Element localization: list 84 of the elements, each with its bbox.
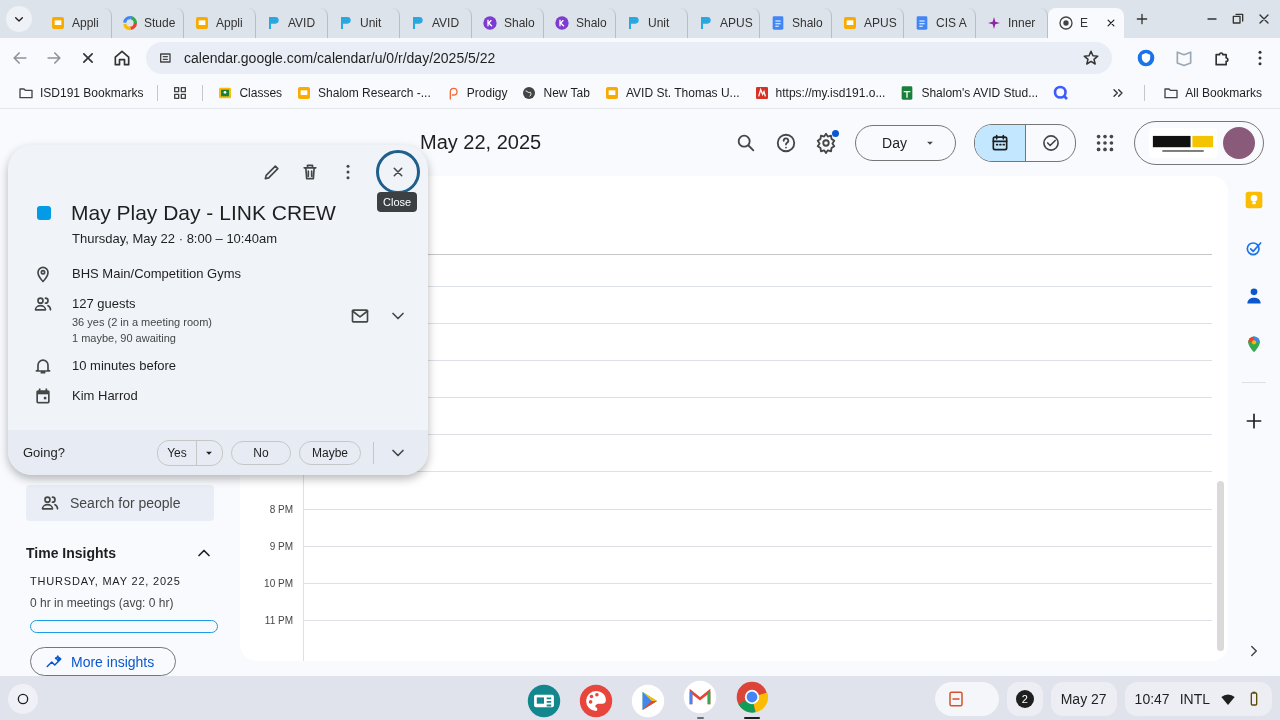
edit-pencil-icon[interactable]	[262, 162, 282, 182]
event-detail: BHS Main/Competition Gyms	[72, 265, 243, 283]
bookmark[interactable]: ISD191 Bookmarks	[18, 85, 144, 101]
tab-search-button[interactable]	[6, 6, 32, 32]
flag-icon	[410, 15, 426, 31]
status-area[interactable]: 10:47 INTL	[1124, 681, 1272, 716]
flag-icon	[338, 15, 354, 31]
globe-icon	[1058, 15, 1074, 31]
news-app-icon[interactable]	[526, 682, 562, 719]
pdf-file-icon	[946, 689, 965, 708]
site-info-icon[interactable]	[158, 50, 174, 66]
time-insights-heading: Time Insights	[26, 545, 116, 561]
guest-summary: 1 maybe, 90 awaiting	[72, 331, 177, 346]
notification-button[interactable]: 2	[1006, 681, 1043, 716]
rsvp-prompt: Going?	[23, 445, 65, 460]
document-icon	[914, 15, 930, 31]
classroom-icon	[217, 85, 234, 101]
bookmark[interactable]: AVID St. Thomas U...	[603, 85, 740, 101]
slides-file-icon	[842, 15, 858, 31]
slides-file-icon	[50, 15, 66, 31]
shield-icon[interactable]	[1136, 48, 1156, 68]
email-icon[interactable]	[350, 306, 370, 326]
launcher-button[interactable]	[8, 683, 38, 714]
bookmark[interactable]: Shalom Research -...	[296, 85, 431, 101]
search-people-field[interactable]: Search for people	[26, 485, 214, 521]
all-bookmarks-button[interactable]: All Bookmarks	[1163, 85, 1262, 101]
scrollbar-thumb[interactable]	[1216, 481, 1224, 651]
event-title: May Play Day - LINK CREW	[71, 201, 336, 225]
hour-label: 10 PM	[264, 578, 293, 590]
circle-icon	[554, 15, 570, 31]
bookmark[interactable]: New Tab	[521, 85, 590, 101]
settings-icon[interactable]	[815, 131, 838, 154]
square-icon	[753, 85, 770, 101]
circle-icon	[482, 15, 498, 31]
globe-icon	[521, 85, 538, 101]
address-bar[interactable]: calendar.google.com/calendar/u/0/r/day/2025/5/22	[146, 42, 1112, 74]
tote-button[interactable]	[934, 681, 999, 716]
check-circle-icon	[1040, 132, 1061, 153]
bell-icon	[33, 356, 53, 376]
browser-tab[interactable]: E	[1048, 8, 1124, 38]
tooltip: Close	[377, 192, 418, 212]
home-icon[interactable]	[112, 48, 132, 68]
calendar-icon	[33, 386, 53, 406]
avatar	[1223, 126, 1255, 159]
star-icon[interactable]	[1082, 49, 1100, 67]
hour-label: 9 PM	[269, 541, 293, 553]
document-icon	[770, 15, 786, 31]
person-icon[interactable]	[1244, 286, 1264, 306]
bookmark[interactable]: https://my.isd191.o...	[753, 85, 886, 101]
date-button[interactable]: May 27	[1050, 681, 1117, 716]
event-time: Thursday, May 22 · 8:00 – 10:40am	[71, 231, 278, 246]
flag-icon	[626, 15, 642, 31]
restore-icon[interactable]	[1230, 11, 1246, 27]
people-icon	[40, 493, 60, 513]
plus-icon[interactable]	[1244, 411, 1264, 431]
calendar-view-button[interactable]	[975, 124, 1025, 161]
bookmark[interactable]: Classes	[217, 85, 283, 101]
flag-icon	[266, 15, 282, 31]
flag-icon	[698, 15, 714, 31]
play-store-icon[interactable]	[630, 682, 666, 719]
apps-grid-icon[interactable]	[172, 85, 189, 101]
palette-app-icon[interactable]	[578, 682, 614, 719]
guest-summary: 36 yes (2 in a meeting room)	[72, 315, 213, 330]
colorful-ring-icon	[122, 15, 138, 31]
event-detail: 127 guests	[72, 295, 137, 313]
hour-label: 11 PM	[264, 615, 293, 627]
bookmark[interactable]: Prodigy	[444, 85, 508, 101]
plus-icon	[1134, 11, 1150, 27]
hour-label: 8 PM	[269, 504, 293, 516]
event-detail: Kim Harrod	[72, 387, 139, 405]
slides-file-icon	[194, 15, 210, 31]
slides-file-icon	[296, 85, 313, 101]
help-icon[interactable]	[775, 131, 798, 154]
event-detail: 10 minutes before	[72, 357, 178, 375]
bookmark[interactable]: Shalom's AVID Stud...	[899, 85, 1039, 101]
current-date-title: May 22, 2025	[420, 131, 542, 154]
people-icon	[33, 294, 53, 314]
calendar-icon	[990, 132, 1010, 153]
delete-icon[interactable]	[300, 162, 320, 182]
slides-file-icon	[603, 85, 620, 101]
meetings-summary: 0 hr in meetings (avg: 0 hr)	[30, 596, 175, 610]
insights-date: THURSDAY, MAY 22, 2025	[30, 575, 182, 587]
folder-icon	[1163, 85, 1180, 101]
folder-icon	[18, 85, 34, 101]
